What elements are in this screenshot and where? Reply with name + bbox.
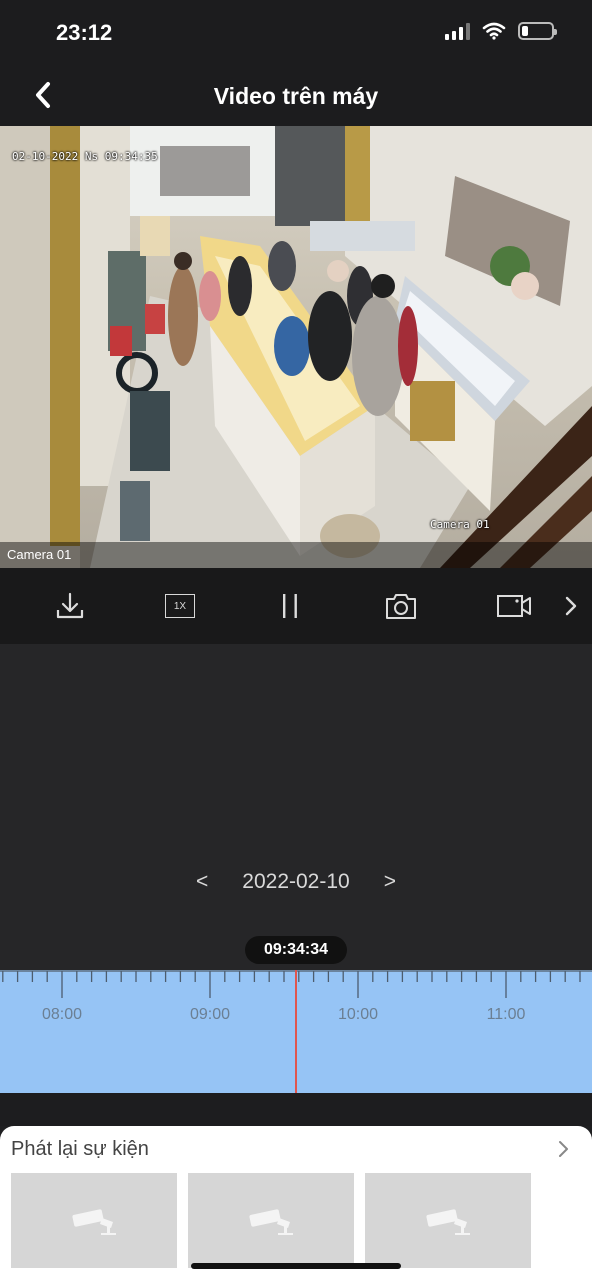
chevron-right-icon xyxy=(559,1141,568,1157)
timeline-hour-label: 11:00 xyxy=(486,1006,526,1023)
status-bar: 23:12 xyxy=(0,0,592,64)
snapshot-button[interactable] xyxy=(383,590,419,622)
camera-feed-image xyxy=(0,126,592,568)
event-thumbnail[interactable] xyxy=(11,1173,177,1268)
timeline-hour-label: 10:00 xyxy=(337,1006,379,1023)
signal-icon xyxy=(445,22,470,40)
record-button[interactable] xyxy=(496,590,532,622)
chevron-right-icon xyxy=(565,596,577,616)
camera-label-bar: Camera 01 xyxy=(0,542,592,568)
playback-speed-button[interactable]: 1X xyxy=(162,590,198,622)
current-date[interactable]: 2022-02-10 xyxy=(242,870,349,894)
camera-icon xyxy=(249,1208,293,1235)
event-playback-more-button[interactable] xyxy=(556,1138,572,1160)
status-icons xyxy=(445,22,557,40)
nav-bar: Video trên máy xyxy=(0,64,592,126)
event-playback-panel: Phát lại sự kiện xyxy=(0,1126,592,1280)
home-indicator xyxy=(191,1263,401,1269)
event-thumbnail[interactable] xyxy=(365,1173,531,1268)
camera-label: Camera 01 xyxy=(7,547,72,562)
timeline-hour-label: 08:00 xyxy=(41,1006,83,1023)
speed-label: 1X xyxy=(165,594,195,618)
event-thumbnail[interactable] xyxy=(188,1173,354,1268)
camera-overlay-label: Camera 01 xyxy=(430,518,490,531)
record-icon xyxy=(497,595,531,617)
pause-icon xyxy=(283,594,297,618)
camera-icon xyxy=(72,1208,116,1235)
video-player[interactable]: 02-10-2022 Ns 09:34:35 Camera 01 Camera … xyxy=(0,126,592,568)
current-time-badge: 09:34:34 xyxy=(245,936,347,964)
battery-icon xyxy=(518,22,557,40)
camera-icon xyxy=(426,1208,470,1235)
event-playback-title[interactable]: Phát lại sự kiện xyxy=(11,1138,149,1161)
playback-area: < 2022-02-10 > 09:34:34 xyxy=(0,644,592,970)
previous-date-button[interactable]: < xyxy=(190,870,214,894)
spacer xyxy=(0,1093,592,1126)
page-title: Video trên máy xyxy=(213,83,379,109)
status-time: 23:12 xyxy=(56,20,113,45)
timeline-cursor[interactable] xyxy=(295,970,297,1093)
timestamp-overlay: 02-10-2022 Ns 09:34:35 xyxy=(12,150,158,163)
pause-button[interactable] xyxy=(272,590,308,622)
playback-controls: 1X xyxy=(0,568,592,644)
snapshot-icon xyxy=(386,594,416,619)
timeline-scrubber[interactable]: 08:00 09:00 10:00 11:00 xyxy=(0,970,592,1093)
timeline-hour-label: 09:00 xyxy=(189,1006,231,1023)
date-navigator: < 2022-02-10 > xyxy=(0,870,592,894)
download-icon xyxy=(56,592,84,619)
wifi-icon xyxy=(482,22,506,40)
next-date-button[interactable]: > xyxy=(378,870,402,894)
more-controls-button[interactable] xyxy=(556,590,586,622)
download-button[interactable] xyxy=(52,590,88,622)
